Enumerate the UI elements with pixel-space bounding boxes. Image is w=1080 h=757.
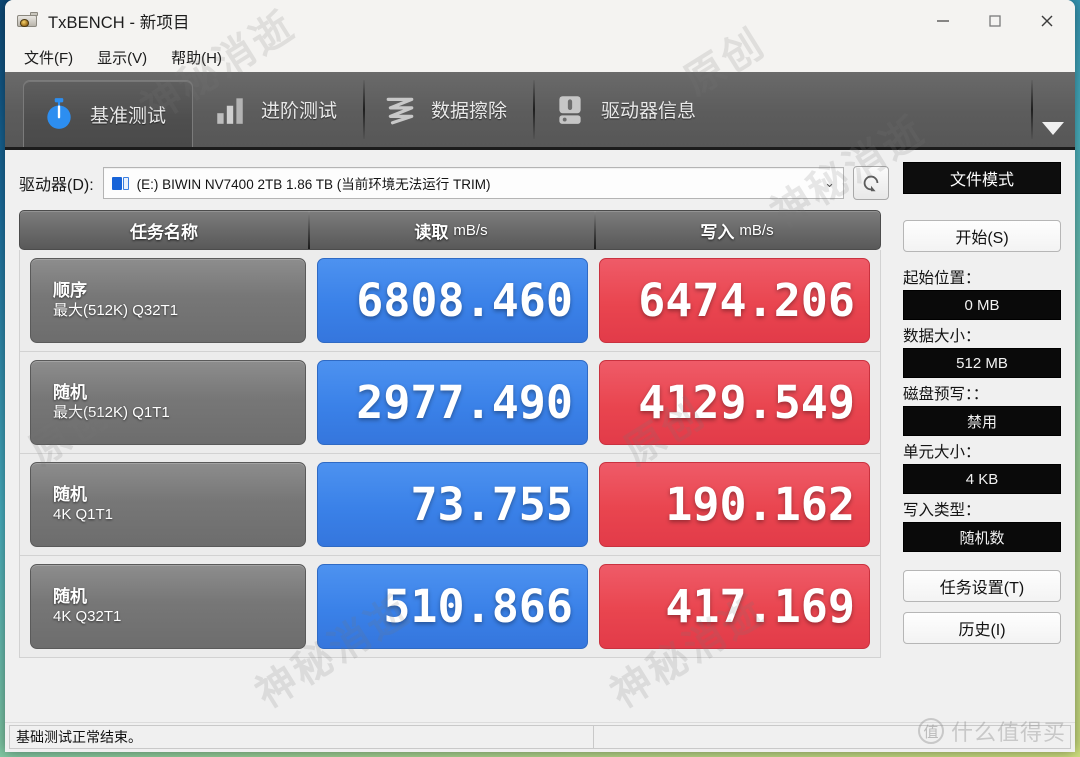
- row-task-name: 顺序 最大(512K) Q32T1: [30, 258, 306, 343]
- history-button[interactable]: 历史(I): [903, 612, 1061, 644]
- tab-advanced-label: 进阶测试: [261, 101, 338, 122]
- row-title: 顺序: [53, 280, 87, 300]
- left-pane: 驱动器(D): (E:) BIWIN NV7400 2TB 1.86 TB (当…: [5, 150, 895, 722]
- row-detail: 最大(512K) Q32T1: [53, 302, 179, 320]
- tab-strip: 基准测试 进阶测试 数据擦除 驱动器信息: [5, 72, 1075, 150]
- maximize-button[interactable]: [969, 0, 1021, 42]
- title-bar: TxBENCH - 新项目: [5, 0, 1075, 42]
- header-read: 读取 mB/s: [308, 211, 594, 249]
- row-title: 随机: [53, 586, 87, 606]
- table-row: 随机 4K Q1T1 73.755 190.162: [19, 454, 881, 556]
- tab-drive-info-label: 驱动器信息: [601, 101, 697, 122]
- bar-chart-icon: [217, 97, 243, 124]
- status-message: 基础测试正常结束。: [9, 725, 594, 749]
- results-table: 任务名称 读取 mB/s 写入 mB/s 顺序 最大(512K) Q32T1 6…: [19, 210, 881, 658]
- table-header: 任务名称 读取 mB/s 写入 mB/s: [19, 210, 881, 250]
- settings-sidebar: 文件模式 开始(S) 起始位置： 0 MB 数据大小： 512 MB 磁盘预写：…: [895, 150, 1075, 722]
- row-write-value: 417.169: [599, 564, 870, 649]
- tab-benchmark-label: 基准测试: [90, 105, 167, 127]
- row-task-name: 随机 4K Q32T1: [30, 564, 306, 649]
- window-controls: [917, 0, 1075, 42]
- refresh-icon: [863, 175, 879, 192]
- tab-benchmark[interactable]: 基准测试: [23, 80, 194, 147]
- row-write-value: 190.162: [599, 462, 870, 547]
- row-title: 随机: [53, 484, 87, 504]
- header-write: 写入 mB/s: [594, 211, 880, 249]
- task-settings-button[interactable]: 任务设置(T): [903, 570, 1061, 602]
- refresh-button[interactable]: [853, 166, 889, 200]
- data-size-value[interactable]: 512 MB: [903, 348, 1061, 378]
- data-size-label: 数据大小：: [903, 328, 981, 345]
- row-title: 随机: [53, 382, 87, 402]
- row-detail: 4K Q32T1: [53, 608, 122, 626]
- row-detail: 4K Q1T1: [53, 506, 114, 524]
- file-mode-button[interactable]: 文件模式: [903, 162, 1061, 194]
- window-title: TxBENCH - 新项目: [48, 14, 190, 32]
- header-write-unit: mB/s: [739, 221, 774, 239]
- menu-view[interactable]: 显示(V): [88, 44, 156, 71]
- drive-label: 驱动器(D):: [19, 177, 94, 194]
- header-task-name: 任务名称: [130, 222, 198, 242]
- row-write-value: 6474.206: [599, 258, 870, 343]
- tab-erase[interactable]: 数据擦除: [363, 72, 533, 147]
- row-task-name: 随机 最大(512K) Q1T1: [30, 360, 306, 445]
- write-type-label: 写入类型：: [903, 502, 981, 519]
- stopwatch-icon: [47, 98, 71, 129]
- content-area: 驱动器(D): (E:) BIWIN NV7400 2TB 1.86 TB (当…: [5, 150, 1075, 722]
- prewrite-value[interactable]: 禁用: [903, 406, 1061, 436]
- chevron-down-icon: [1042, 122, 1064, 135]
- status-bar: 基础测试正常结束。: [5, 722, 1075, 752]
- start-position-value[interactable]: 0 MB: [903, 290, 1061, 320]
- status-secondary-panel: [594, 725, 1071, 749]
- tab-drive-info[interactable]: 驱动器信息: [533, 72, 722, 147]
- row-read-value: 510.866: [317, 564, 588, 649]
- row-write-value: 4129.549: [599, 360, 870, 445]
- minimize-button[interactable]: [917, 0, 969, 42]
- prewrite-label: 磁盘预写：：: [903, 386, 989, 403]
- header-read-label: 读取: [414, 222, 449, 242]
- row-read-value: 6808.460: [317, 258, 588, 343]
- menu-bar: 文件(F) 显示(V) 帮助(H): [5, 42, 1075, 72]
- table-row: 顺序 最大(512K) Q32T1 6808.460 6474.206: [19, 250, 881, 352]
- row-read-value: 73.755: [317, 462, 588, 547]
- menu-help[interactable]: 帮助(H): [162, 44, 231, 71]
- start-button[interactable]: 开始(S): [903, 220, 1061, 252]
- header-write-label: 写入: [700, 222, 735, 242]
- table-row: 随机 4K Q32T1 510.866 417.169: [19, 556, 881, 658]
- drive-select[interactable]: (E:) BIWIN NV7400 2TB 1.86 TB (当前环境无法运行 …: [102, 167, 844, 199]
- drive-small-icon: [111, 176, 129, 191]
- start-position-label: 起始位置：: [903, 270, 981, 287]
- app-icon: [17, 11, 39, 31]
- menu-file[interactable]: 文件(F): [15, 44, 82, 71]
- zigzag-erase-icon: [386, 97, 414, 124]
- tab-advanced[interactable]: 进阶测试: [193, 72, 363, 147]
- unit-size-value[interactable]: 4 KB: [903, 464, 1061, 494]
- row-read-value: 2977.490: [317, 360, 588, 445]
- hard-drive-icon: [559, 95, 581, 124]
- close-button[interactable]: [1021, 0, 1073, 42]
- row-detail: 最大(512K) Q1T1: [53, 404, 170, 422]
- write-type-value[interactable]: 随机数: [903, 522, 1061, 552]
- row-task-name: 随机 4K Q1T1: [30, 462, 306, 547]
- table-row: 随机 最大(512K) Q1T1 2977.490 4129.549: [19, 352, 881, 454]
- drive-select-value: (E:) BIWIN NV7400 2TB 1.86 TB (当前环境无法运行 …: [136, 177, 491, 192]
- tab-overflow-button[interactable]: [1031, 72, 1075, 147]
- unit-size-label: 单元大小：: [903, 444, 981, 461]
- tab-erase-label: 数据擦除: [431, 101, 508, 122]
- txbench-window: TxBENCH - 新项目 文件(F) 显示(V) 帮助(H) 基准测试 进阶测…: [5, 0, 1075, 752]
- chevron-down-icon: ⌄: [824, 175, 835, 190]
- drive-selector-row: 驱动器(D): (E:) BIWIN NV7400 2TB 1.86 TB (当…: [5, 160, 895, 210]
- header-read-unit: mB/s: [453, 221, 488, 239]
